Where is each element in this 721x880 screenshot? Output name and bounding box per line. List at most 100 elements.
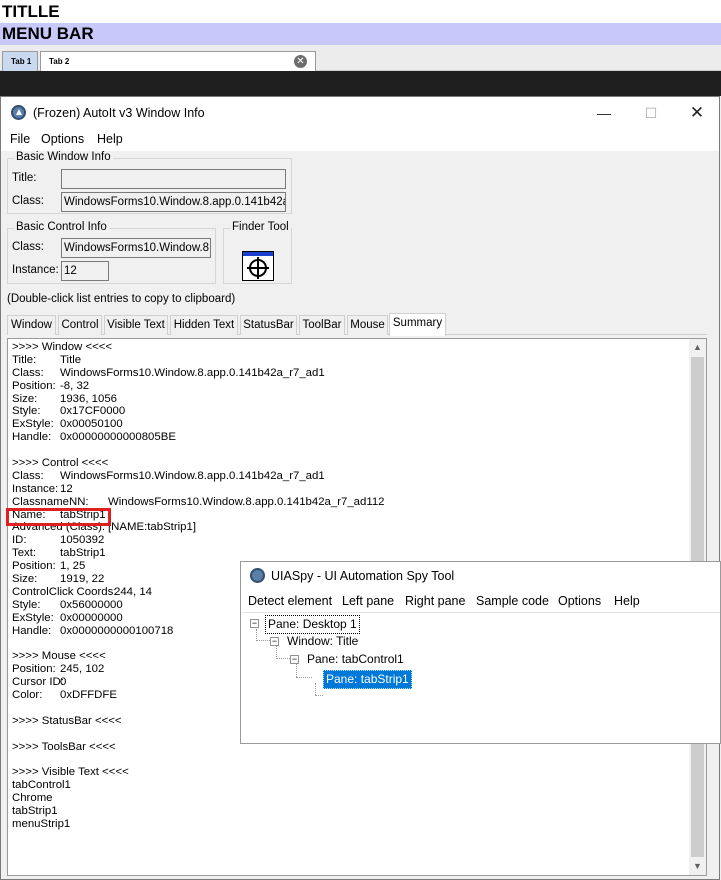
summary-line[interactable]: Instance: 12 (12, 483, 688, 496)
basic-control-info-group: Basic Control Info Class: WindowsForms10… (7, 221, 216, 284)
app-menubar[interactable]: MENU BAR (0, 23, 721, 45)
summary-line-label: Style: (12, 598, 41, 611)
close-button[interactable]: ✕ (674, 97, 720, 129)
summary-line-label: >>>> Window <<<< (12, 341, 113, 353)
window-title-field[interactable] (61, 169, 286, 189)
menu-detect-element[interactable]: Detect element (248, 594, 332, 608)
summary-line-label: Size: (12, 573, 38, 586)
summary-line-label: ControlClick Coords: (12, 585, 117, 598)
scroll-up-icon[interactable]: ▲ (689, 339, 706, 356)
summary-line[interactable]: >>>> Window <<<< (12, 341, 688, 354)
autoit-titlebar[interactable]: (Frozen) AutoIt v3 Window Info — ☐ ✕ (1, 97, 719, 129)
tab-statusbar[interactable]: StatusBar (240, 315, 297, 335)
summary-line-value: WindowsForms10.Window.8.app.0.141b42a_r7… (60, 469, 325, 482)
instance-field[interactable]: 12 (61, 261, 109, 281)
summary-line-label: Style: (12, 405, 41, 418)
summary-line[interactable] (12, 754, 688, 767)
tab-hidden-text[interactable]: Hidden Text (170, 315, 238, 335)
summary-line[interactable]: ClassnameNN: WindowsForms10.Window.8.app.… (12, 496, 688, 509)
summary-line-label: tabStrip1 (12, 805, 58, 818)
summary-line[interactable]: ID: 1050392 (12, 534, 688, 547)
tab-window[interactable]: Window (7, 315, 56, 335)
control-class-field[interactable]: WindowsForms10.Window.8.a (61, 238, 211, 258)
finder-titlebar (243, 252, 273, 256)
summary-line[interactable] (12, 444, 688, 457)
app-title: TITLLE (0, 0, 721, 23)
tree-line (296, 677, 312, 678)
summary-line-label: Text: (12, 547, 37, 560)
summary-line-label: >>>> Control <<<< (12, 457, 109, 470)
summary-line[interactable]: Name: tabStrip1 (12, 509, 688, 522)
summary-line[interactable]: tabStrip1 (12, 805, 688, 818)
summary-line-value: 1936, 1056 (60, 392, 118, 405)
tree-node-label-selected: Pane: tabStrip1 (323, 670, 412, 689)
tab-mouse[interactable]: Mouse (347, 315, 388, 335)
summary-line[interactable]: Class: WindowsForms10.Window.8.app.0.141b… (12, 367, 688, 380)
menu-help[interactable]: Help (614, 594, 640, 608)
control-class-label: Class: (12, 241, 44, 253)
summary-line-value: 0 (60, 676, 67, 689)
uiaspy-window: UIASpy - UI Automation Spy Tool Detect e… (240, 561, 721, 744)
summary-line-label: tabControl1 (12, 779, 71, 792)
summary-line[interactable]: Style: 0x17CF0000 (12, 405, 688, 418)
summary-line[interactable]: tabControl1 (12, 779, 688, 792)
app-tab-1[interactable]: Tab 1 (2, 51, 38, 71)
menu-right-pane[interactable]: Right pane (405, 594, 465, 608)
summary-line[interactable]: >>>> Control <<<< (12, 457, 688, 470)
crosshair-target-icon[interactable] (242, 251, 274, 281)
collapse-icon[interactable]: − (250, 619, 259, 628)
tab-summary[interactable]: Summary (389, 313, 446, 336)
tab-control[interactable]: Control (58, 315, 102, 335)
summary-line[interactable]: Chrome (12, 792, 688, 805)
summary-line[interactable]: ExStyle: 0x00050100 (12, 418, 688, 431)
summary-line-label: Class: (12, 366, 44, 379)
summary-line-value: WindowsForms10.Window.8.app.0.141b42a_r7… (108, 495, 385, 508)
minimize-button[interactable]: — (581, 97, 627, 129)
summary-line-label: Size: (12, 392, 38, 405)
summary-line[interactable]: Position: -8, 32 (12, 380, 688, 393)
summary-line[interactable]: Title: Title (12, 354, 688, 367)
summary-line[interactable]: >>>> Visible Text <<<< (12, 766, 688, 779)
close-tab-icon[interactable]: ✕ (294, 55, 307, 68)
summary-line-label: ClassnameNN: (12, 495, 89, 508)
window-class-field[interactable]: WindowsForms10.Window.8.app.0.141b42a_r (61, 192, 286, 212)
menu-options[interactable]: Options (558, 594, 601, 608)
collapse-icon[interactable]: − (290, 655, 299, 664)
uiaspy-menubar: Detect element Left pane Right pane Samp… (241, 591, 720, 611)
summary-line[interactable]: menuStrip1 (12, 818, 688, 831)
summary-line[interactable]: Class: WindowsForms10.Window.8.app.0.141b… (12, 470, 688, 483)
summary-line[interactable]: Advanced (Class): [NAME:tabStrip1] (12, 521, 688, 534)
summary-line-label: Position: (12, 560, 56, 573)
summary-line-value: 0xDFFDFE (60, 689, 117, 702)
summary-line-value: 0x00000000 (60, 611, 123, 624)
collapse-icon[interactable]: − (270, 637, 279, 646)
app-tab-2[interactable]: Tab 2 ✕ (40, 51, 316, 71)
maximize-button[interactable]: ☐ (628, 97, 674, 129)
tab-toolbar[interactable]: ToolBar (299, 315, 345, 335)
tree-node-label: Pane: tabControl1 (307, 652, 404, 666)
uiaspy-titlebar[interactable]: UIASpy - UI Automation Spy Tool (241, 562, 720, 590)
summary-line-label: Title: (12, 353, 37, 366)
menu-options[interactable]: Options (41, 132, 84, 146)
menu-sample-code[interactable]: Sample code (476, 594, 549, 608)
tab-visible-text[interactable]: Visible Text (104, 315, 168, 335)
summary-line-value: 0x00000000000805BE (60, 431, 176, 444)
tree-line (315, 683, 316, 695)
main-tabs: Window Control Visible Text Hidden Text … (7, 313, 707, 336)
menu-help[interactable]: Help (97, 132, 123, 146)
scroll-down-icon[interactable]: ▼ (689, 858, 706, 875)
summary-line[interactable]: Size: 1936, 1056 (12, 393, 688, 406)
tree-line (315, 695, 323, 696)
summary-line[interactable]: Handle: 0x00000000000805BE (12, 431, 688, 444)
summary-line-value: Title (60, 353, 82, 366)
summary-line[interactable]: Text: tabStrip1 (12, 547, 688, 560)
menu-left-pane[interactable]: Left pane (342, 594, 394, 608)
menu-file[interactable]: File (10, 132, 30, 146)
uiaspy-app-icon (250, 568, 265, 583)
crosshair (247, 257, 269, 279)
summary-line-label: >>>> Visible Text <<<< (12, 766, 129, 779)
summary-line-value: 0x17CF0000 (60, 405, 126, 418)
summary-line-label: ExStyle: (12, 611, 54, 624)
uiaspy-tree[interactable]: − Pane: Desktop 1 − Window: Title − Pane… (243, 612, 720, 743)
basic-control-info-label: Basic Control Info (14, 221, 109, 233)
